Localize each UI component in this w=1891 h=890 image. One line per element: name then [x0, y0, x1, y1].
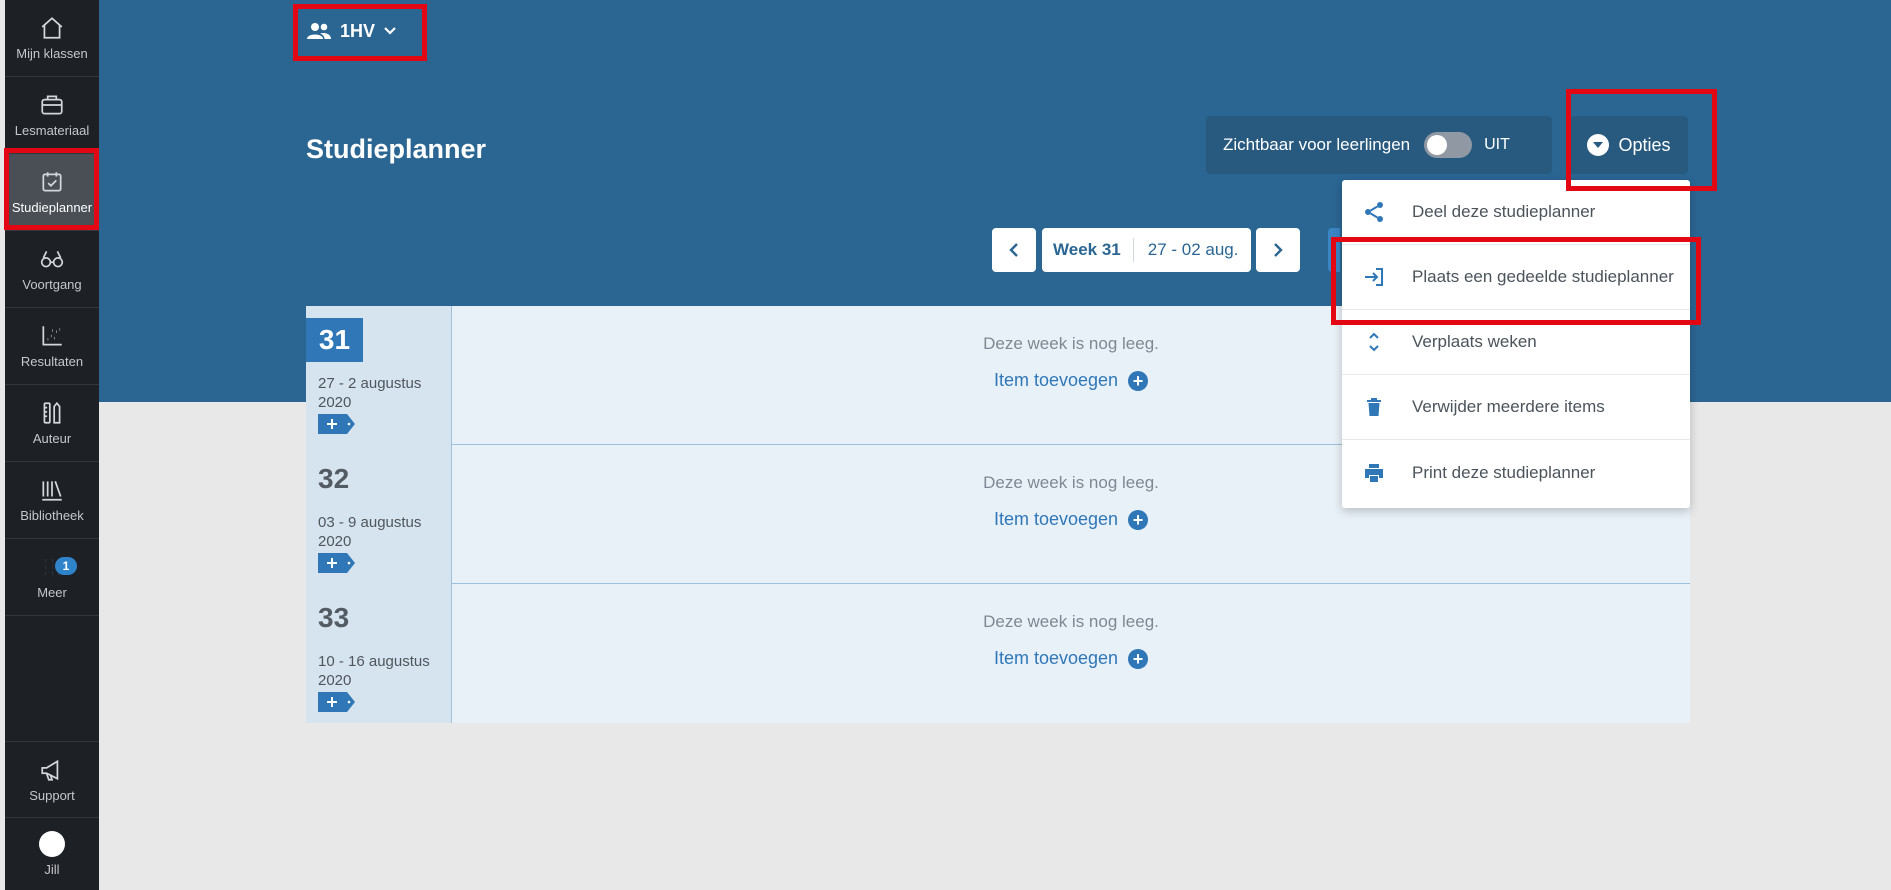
add-tag-icon[interactable] [318, 692, 355, 712]
sidebar-item-label: Auteur [32, 431, 72, 446]
import-icon [1365, 268, 1383, 286]
home-icon [41, 17, 63, 39]
week-number: 33 [318, 602, 350, 633]
visibility-toggle[interactable] [1424, 132, 1473, 158]
week-dates: 10 - 16 augustus 2020 [318, 653, 430, 689]
add-item-button[interactable]: Item toevoegen + [452, 648, 1690, 669]
add-item-label: Item toevoegen [993, 648, 1119, 668]
menu-item-label: Plaats een gedeelde studieplanner [1412, 267, 1674, 286]
next-week-button[interactable] [1256, 228, 1300, 272]
sidebar-item-mijn-klassen[interactable]: Mijn klassen [5, 0, 99, 77]
glasses-icon [40, 251, 64, 268]
menu-item-share[interactable]: Deel deze studieplanner [1342, 180, 1690, 245]
week-range: 27 - 02 aug. [1147, 240, 1239, 259]
sidebar-item-voortgang[interactable]: Voortgang [5, 231, 99, 308]
ruler-pencil-icon [43, 401, 61, 424]
class-name: 1HV [340, 20, 376, 41]
sidebar-item-meer[interactable]: 1 Meer [5, 539, 99, 616]
add-item-button[interactable]: Item toevoegen + [452, 509, 1690, 530]
add-item-label: Item toevoegen [993, 370, 1119, 390]
add-tag-icon[interactable] [318, 414, 355, 434]
options-button[interactable]: Opties [1570, 116, 1688, 174]
users-icon [307, 23, 331, 39]
week-empty-text: Deze week is nog leeg. [983, 612, 1159, 631]
sidebar: Mijn klassen Lesmateriaal Studieplanner … [5, 0, 99, 890]
sidebar-item-label: Resultaten [20, 354, 84, 369]
week-side: 33 10 - 16 augustus 2020 [306, 584, 452, 723]
books-icon [42, 481, 62, 501]
menu-item-import[interactable]: Plaats een gedeelde studieplanner [1342, 245, 1690, 310]
sidebar-item-label: Mijn klassen [16, 46, 88, 61]
sidebar-item-label: Voortgang [22, 277, 82, 292]
sidebar-item-lesmateriaal[interactable]: Lesmateriaal [5, 77, 99, 154]
sidebar-item-user[interactable]: Jill [5, 818, 99, 890]
week-selector[interactable]: Week 31 27 - 02 aug. [1042, 228, 1251, 272]
notification-badge: 1 [55, 557, 77, 575]
sidebar-item-studieplanner[interactable]: Studieplanner [5, 154, 99, 231]
briefcase-icon [41, 95, 63, 115]
menu-item-move-weeks[interactable]: Verplaats weken [1342, 310, 1690, 375]
sidebar-item-bibliotheek[interactable]: Bibliotheek [5, 462, 99, 539]
trash-icon [1367, 398, 1381, 416]
week-number: 32 [318, 463, 350, 494]
add-item-label: Item toevoegen [993, 509, 1119, 529]
printer-icon [1365, 463, 1383, 482]
chevron-up-down-icon [1369, 332, 1379, 352]
options-menu: Deel deze studieplanner Plaats een gedee… [1342, 180, 1690, 508]
caret-down-icon [1587, 134, 1610, 156]
week-label: Week 31 [1042, 238, 1134, 262]
menu-item-delete-items[interactable]: Verwijder meerdere items [1342, 375, 1690, 440]
sidebar-item-label: Support [29, 787, 75, 803]
menu-item-label: Deel deze studieplanner [1412, 202, 1596, 221]
sidebar-item-label: Studieplanner [11, 200, 93, 215]
sidebar-item-label: Meer [37, 585, 67, 600]
visibility-label: Zichtbaar voor leerlingen [1223, 135, 1411, 154]
menu-item-label: Verwijder meerdere items [1412, 397, 1605, 416]
menu-item-print[interactable]: Print deze studieplanner [1342, 440, 1690, 505]
visibility-state: UIT [1484, 136, 1510, 153]
sidebar-item-label: Lesmateriaal [14, 123, 90, 138]
calendar-check-icon [42, 172, 62, 192]
week-row: 33 10 - 16 augustus 2020 Deze week is no… [306, 584, 1690, 723]
plus-icon: + [1128, 370, 1149, 391]
visibility-control: Zichtbaar voor leerlingen UIT [1206, 116, 1552, 174]
scatter-chart-icon [42, 326, 62, 346]
sidebar-item-auteur[interactable]: Auteur [5, 385, 99, 462]
week-side: 31 27 - 2 augustus 2020 [306, 306, 452, 445]
chevron-down-icon [384, 27, 396, 35]
chevron-right-icon [1274, 243, 1283, 257]
week-side: 32 03 - 9 augustus 2020 [306, 445, 452, 584]
chevron-left-icon [1009, 243, 1018, 257]
page-title: Studieplanner [306, 134, 487, 164]
week-dates: 27 - 2 augustus 2020 [318, 375, 422, 411]
menu-item-label: Verplaats weken [1412, 332, 1537, 351]
class-selector[interactable]: 1HV [306, 16, 397, 46]
week-number: 31 [306, 318, 363, 362]
avatar [39, 831, 65, 857]
sidebar-item-support[interactable]: Support [5, 741, 99, 818]
previous-week-button[interactable] [992, 228, 1036, 272]
share-icon [1365, 202, 1383, 222]
week-dates: 03 - 9 augustus 2020 [318, 514, 422, 550]
sidebar-item-resultaten[interactable]: Resultaten [5, 308, 99, 385]
sidebar-user-name: Jill [44, 862, 60, 877]
options-label: Opties [1618, 134, 1671, 155]
sidebar-item-label: Bibliotheek [20, 508, 84, 523]
plus-icon: + [1128, 509, 1149, 530]
today-button[interactable] [1328, 228, 1340, 272]
menu-item-label: Print deze studieplanner [1412, 462, 1596, 482]
plus-icon: + [1128, 648, 1149, 669]
megaphone-icon [41, 759, 59, 781]
add-tag-icon[interactable] [318, 553, 355, 573]
